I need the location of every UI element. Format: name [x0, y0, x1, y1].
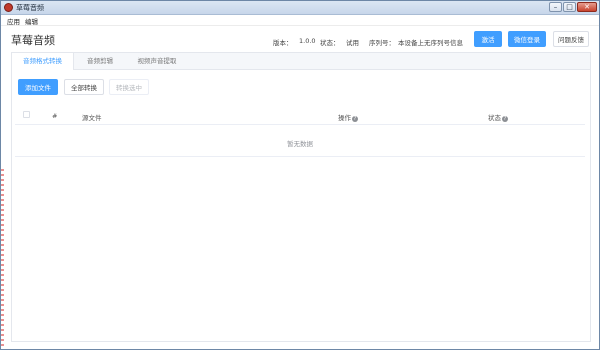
column-index-header: #	[52, 112, 58, 120]
empty-data-text: 暂无数据	[287, 140, 313, 148]
minimize-button[interactable]: –	[549, 2, 562, 12]
tab-bar: 音频格式转换 音频剪辑 视频声音提取	[11, 52, 591, 70]
converting-button: 转换选中	[109, 79, 149, 95]
page-title: 草莓音频	[11, 34, 55, 47]
close-button[interactable]: ✕	[577, 2, 597, 12]
tab-audio-edit[interactable]: 音频剪辑	[80, 53, 120, 70]
title-bar[interactable]: 草莓音频 – □ ✕	[1, 1, 599, 15]
add-file-button[interactable]: 添加文件	[18, 79, 58, 95]
tab-audio-format-convert[interactable]: 音频格式转换	[12, 53, 74, 70]
help-icon[interactable]: ?	[502, 116, 508, 122]
version-value: 1.0.0	[299, 37, 316, 45]
menu-item-edit[interactable]: 编辑	[25, 16, 38, 26]
column-source-file-header: 源文件	[82, 114, 102, 122]
column-operation-header: 操作?	[338, 112, 358, 122]
strawberry-app-icon	[4, 3, 13, 12]
menu-item-app[interactable]: 应用	[7, 16, 20, 26]
window-title: 草莓音频	[16, 4, 44, 12]
maximize-button[interactable]: □	[563, 2, 576, 12]
convert-all-button[interactable]: 全部转换	[64, 79, 104, 95]
help-icon[interactable]: ?	[352, 116, 358, 122]
window-controls: – □ ✕	[549, 2, 597, 12]
window-edge-decoration	[1, 169, 4, 349]
app-window: 草莓音频 – □ ✕ 应用 编辑 草莓音频 版本： 1.0.0 状态： 试用 序…	[0, 0, 600, 350]
menu-bar: 应用 编辑	[1, 15, 599, 26]
wechat-login-button[interactable]: 微信登录	[508, 31, 546, 47]
status-value: 试用	[346, 39, 359, 47]
table-header: # 源文件 操作? 状态?	[15, 107, 585, 125]
tab-video-audio-extract[interactable]: 视频声音提取	[128, 53, 186, 70]
column-operation-label: 操作	[338, 114, 351, 122]
feedback-button[interactable]: 问题反馈	[553, 31, 589, 47]
column-status-label: 状态	[488, 114, 501, 122]
select-all-checkbox[interactable]	[23, 111, 30, 118]
version-label: 版本：	[273, 39, 293, 47]
status-label: 状态：	[320, 39, 340, 47]
table-empty-row: 暂无数据	[15, 129, 585, 157]
activate-button[interactable]: 激活	[474, 31, 502, 47]
serial-label: 序列号：	[369, 39, 395, 47]
column-status-header: 状态?	[488, 112, 508, 122]
serial-value: 本设备上无序列号信息	[398, 39, 463, 47]
